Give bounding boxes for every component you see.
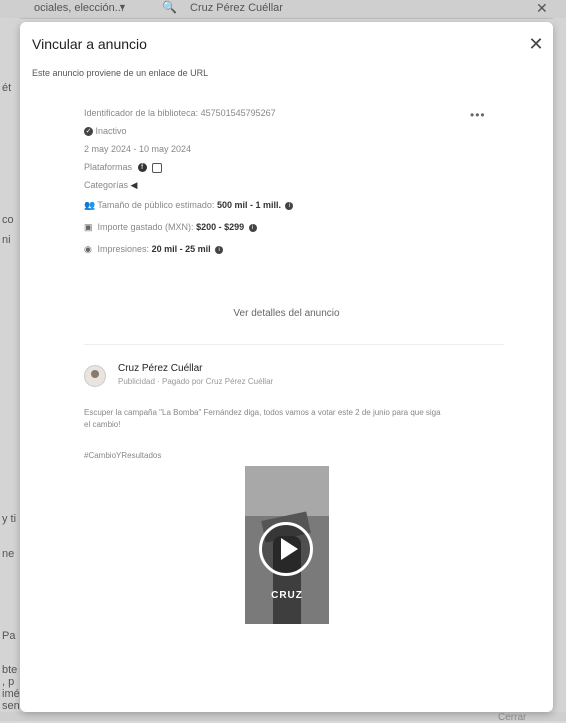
- categories-row: Categorías ◀: [84, 180, 137, 191]
- avatar[interactable]: [84, 365, 106, 387]
- see-ad-details-link[interactable]: Ver detalles del anuncio: [20, 308, 553, 319]
- background-fragment: sen: [2, 700, 20, 712]
- platforms-row: Plataformas f: [84, 162, 163, 173]
- background-fragment: bte: [2, 664, 18, 676]
- status-text: Inactivo: [95, 126, 127, 136]
- platforms-label: Plataformas: [84, 162, 133, 172]
- info-icon[interactable]: i: [215, 245, 224, 254]
- dialog-subtitle: Este anuncio proviene de un enlace de UR…: [32, 68, 209, 78]
- background-fragment: ét: [2, 82, 12, 94]
- audience-value: 500 mil - 1 mill.: [216, 200, 281, 210]
- video-background: [245, 466, 329, 516]
- eye-icon: ◉: [84, 244, 92, 254]
- background-search-text: Cruz Pérez Cuéllar: [190, 2, 283, 14]
- divider: [84, 344, 504, 345]
- background-bottom-strip: [0, 712, 566, 721]
- spend-value: $200 - $299: [196, 222, 245, 232]
- audience-row: 👥 Tamaño de público estimado: 500 mil - …: [84, 200, 294, 211]
- spend-row: ▣ Importe gastado (MXN): $200 - $299 i: [84, 222, 257, 233]
- people-icon: 👥: [84, 200, 96, 210]
- check-circle-icon: ✓: [84, 127, 93, 137]
- ad-body-text: Escuper la campaña "La Bomba" Fernández …: [84, 408, 441, 429]
- impressions-row: ◉ Impresiones: 20 mil - 25 mil i: [84, 244, 224, 255]
- search-icon: 🔍: [162, 0, 177, 14]
- background-fragment: ne: [2, 548, 15, 560]
- spend-label: Importe gastado (MXN):: [97, 222, 194, 232]
- facebook-icon: f: [137, 163, 147, 173]
- megaphone-icon: ◀: [130, 180, 138, 190]
- chevron-down-icon: ▼: [118, 2, 127, 12]
- advertiser-subtitle: Publicidad · Pagado por Cruz Pérez Cuéll…: [118, 377, 274, 386]
- library-id: Identificador de la biblioteca: 45750154…: [84, 108, 276, 118]
- background-left-column: ét co ni y ti ne Pa bte , p imé sen: [0, 18, 20, 721]
- impressions-label: Impresiones:: [97, 244, 150, 254]
- close-button[interactable]: Cerrar: [498, 712, 526, 723]
- money-icon: ▣: [84, 222, 93, 232]
- background-filter-text: ociales, elección...: [34, 2, 124, 14]
- info-icon[interactable]: i: [285, 201, 294, 210]
- play-icon[interactable]: [259, 522, 313, 576]
- info-icon[interactable]: i: [248, 223, 257, 232]
- background-fragment: imé: [2, 688, 20, 700]
- audience-label: Tamaño de público estimado:: [97, 200, 215, 210]
- ad-hashtag[interactable]: #CambioYResultados: [84, 451, 161, 460]
- close-icon[interactable]: ✕: [524, 32, 548, 56]
- instagram-icon: [152, 162, 163, 173]
- background-fragment: Pa: [2, 630, 16, 642]
- ad-video[interactable]: CRUZ: [245, 466, 329, 624]
- background-fragment: co: [2, 214, 14, 226]
- background-right-column: [553, 18, 566, 721]
- more-dots-icon[interactable]: •••: [470, 108, 486, 122]
- background-fragment: , p: [2, 676, 15, 688]
- background-close-icon: ✕: [536, 0, 548, 16]
- background-fragment: ni: [2, 234, 11, 246]
- categories-label: Categorías: [84, 180, 129, 190]
- date-range: 2 may 2024 - 10 may 2024: [84, 144, 192, 154]
- background-search-bar: ociales, elección... ▼ 🔍 Cruz Pérez Cuél…: [0, 0, 566, 19]
- advertiser-name[interactable]: Cruz Pérez Cuéllar: [118, 363, 202, 374]
- ad-link-dialog: Vincular a anuncio ✕ Este anuncio provie…: [20, 22, 553, 723]
- dialog-title: Vincular a anuncio: [32, 36, 147, 52]
- status-row: ✓ Inactivo: [84, 126, 127, 137]
- background-fragment: y ti: [2, 513, 17, 525]
- video-overlay-text: CRUZ: [271, 590, 303, 601]
- impressions-value: 20 mil - 25 mil: [151, 244, 211, 254]
